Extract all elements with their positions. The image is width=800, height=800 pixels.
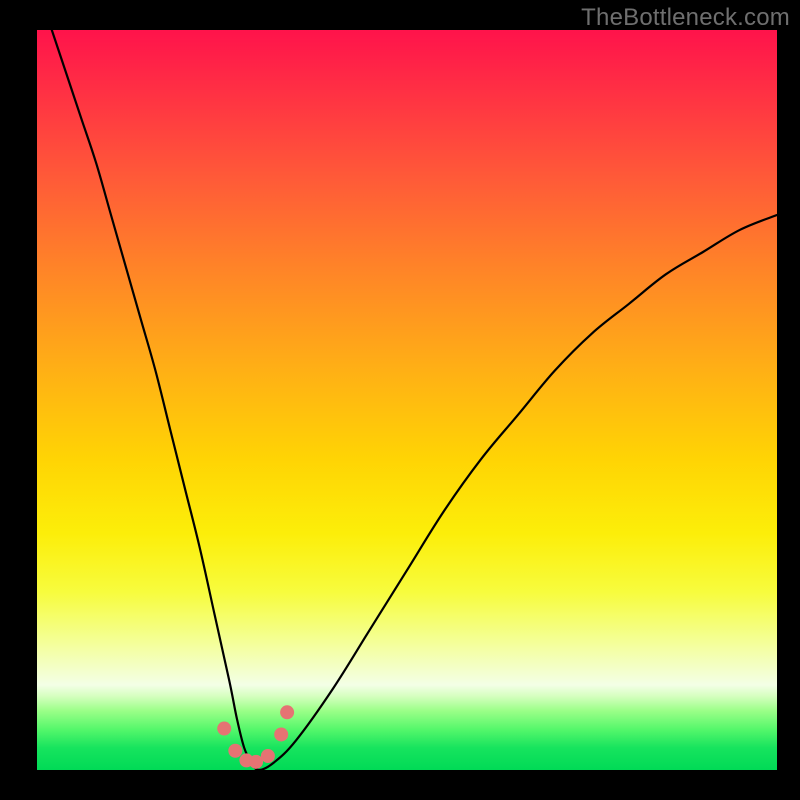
chart-frame: TheBottleneck.com (0, 0, 800, 800)
highlight-point (249, 755, 263, 769)
plot-area (37, 30, 777, 770)
highlight-point (280, 705, 294, 719)
curve-svg (37, 30, 777, 770)
highlight-point (228, 744, 242, 758)
highlight-point (274, 727, 288, 741)
watermark-text: TheBottleneck.com (581, 4, 790, 32)
highlight-points (217, 705, 294, 769)
highlight-point (217, 722, 231, 736)
bottleneck-curve (52, 30, 777, 770)
highlight-point (261, 749, 275, 763)
